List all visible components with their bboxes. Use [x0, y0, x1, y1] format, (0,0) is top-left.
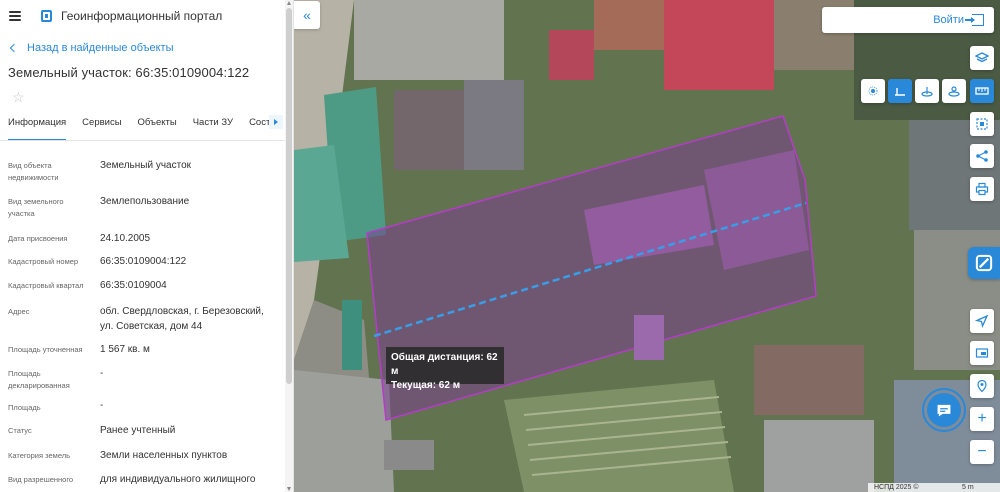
- login-button[interactable]: Войти: [822, 7, 994, 33]
- property-value: обл. Свердловская, г. Березовский, ул. С…: [100, 306, 264, 332]
- panel-header: Геоинформационный портал: [0, 0, 293, 32]
- share-icon: [976, 150, 988, 162]
- circle-measure-icon: [948, 86, 960, 97]
- point-icon: [868, 86, 878, 96]
- property-label: Вид объекта недвижимости: [8, 161, 59, 182]
- circle-measure-button[interactable]: [942, 79, 966, 103]
- share-button[interactable]: [970, 144, 994, 168]
- property-label: Категория земель: [8, 451, 71, 460]
- line-measure-icon: [895, 88, 905, 96]
- zoom-in-button[interactable]: +: [970, 407, 994, 431]
- property-label: Кадастровый квартал: [8, 281, 84, 290]
- geolocation-icon: [977, 379, 987, 393]
- property-value: 66:35:0109004:122: [100, 256, 187, 267]
- login-label: Войти: [933, 14, 964, 26]
- logo-icon: [41, 10, 52, 22]
- screen-icon: [975, 348, 989, 358]
- nspd-icon: [975, 254, 993, 272]
- property-label: Вид разрешенного: [8, 475, 74, 484]
- scale-label: 5 m: [962, 484, 974, 491]
- property-value: для индивидуального жилищного: [100, 474, 256, 485]
- back-label: Назад в найденные объекты: [27, 42, 174, 54]
- property-value: 24.10.2005: [100, 233, 151, 244]
- layers-icon: [975, 52, 989, 63]
- chat-button[interactable]: [922, 388, 966, 432]
- property-label: Кадастровый номер: [8, 257, 79, 266]
- scroll-down-arrow-icon[interactable]: [287, 487, 291, 491]
- nspd-panel-button[interactable]: [968, 247, 1000, 279]
- chat-icon: [927, 393, 961, 427]
- measure-total-distance: Общая дистанция: 62 м: [391, 352, 498, 377]
- property-value: 1 567 кв. м: [100, 344, 150, 355]
- zoom-out-button[interactable]: −: [970, 440, 994, 464]
- chevron-left-icon: [9, 43, 19, 53]
- object-title: Земельный участок: 66:35:0109004:122: [8, 65, 250, 80]
- property-value: Землепользование: [100, 196, 190, 207]
- double-chevron-left-icon[interactable]: «: [294, 1, 320, 29]
- tab-services[interactable]: Сервисы: [82, 113, 121, 128]
- login-icon: [965, 14, 984, 26]
- measure-button[interactable]: [970, 79, 994, 103]
- plus-icon: +: [977, 410, 987, 427]
- select-area-icon: [976, 118, 988, 130]
- property-value: -: [100, 400, 104, 411]
- satellite-imagery: [294, 0, 1000, 492]
- property-value: Земли населенных пунктов: [100, 450, 228, 461]
- tab-parts[interactable]: Части ЗУ: [193, 113, 233, 128]
- navigation-icon: [975, 314, 989, 328]
- panel-scrollbar[interactable]: [285, 0, 293, 492]
- app-title: Геоинформационный портал: [61, 9, 223, 23]
- print-icon: [975, 182, 989, 196]
- ruler-icon: [975, 87, 989, 95]
- property-value: 66:35:0109004: [100, 280, 167, 291]
- tab-information[interactable]: Информация: [8, 113, 67, 140]
- minus-icon: −: [977, 443, 987, 460]
- property-label: Вид земельного участка: [8, 197, 64, 218]
- tab-bar: Информация Сервисы Объекты Части ЗУ Сост…: [0, 113, 293, 141]
- layers-button[interactable]: [970, 46, 994, 70]
- property-label: Статус: [8, 426, 32, 435]
- star-icon[interactable]: ☆: [12, 90, 26, 104]
- line-measure-button[interactable]: [888, 79, 912, 103]
- property-label: Площадь: [8, 403, 41, 412]
- screen-button[interactable]: [970, 341, 994, 365]
- property-value: Земельный участок: [100, 160, 192, 171]
- navigation-button[interactable]: [970, 309, 994, 333]
- back-to-results-link[interactable]: Назад в найденные объекты: [0, 40, 293, 56]
- select-area-button[interactable]: [970, 112, 994, 136]
- property-value: Ранее учтенный: [100, 425, 176, 436]
- property-label: Дата присвоения: [8, 234, 68, 243]
- panel-scroll-thumb[interactable]: [286, 8, 292, 384]
- area-measure-icon: [921, 87, 933, 97]
- property-label: Адрес: [8, 307, 30, 316]
- map-attribution: НСПД 2025 ©: [874, 484, 919, 491]
- map-view[interactable]: « Войти + − Общая дистанция: 62 м Текуща…: [294, 0, 1000, 492]
- measure-tooltip: Общая дистанция: 62 м Текущая: 62 м: [386, 347, 504, 391]
- hamburger-icon[interactable]: [9, 11, 21, 21]
- scroll-up-arrow-icon[interactable]: [287, 1, 291, 5]
- point-measure-button[interactable]: [861, 79, 885, 103]
- scale-bar: НСПД 2025 © 5 m: [868, 483, 1000, 492]
- measure-current-distance: Текущая: 62 м: [391, 380, 461, 391]
- geolocation-button[interactable]: [970, 374, 994, 398]
- property-label: Площадь декларированная: [8, 369, 70, 390]
- side-panel: Геоинформационный портал Назад в найденн…: [0, 0, 294, 492]
- tabs-scroll-right-icon[interactable]: [269, 115, 283, 129]
- property-label: Площадь уточненная: [8, 345, 83, 354]
- property-value: -: [100, 368, 104, 379]
- tab-objects[interactable]: Объекты: [138, 113, 177, 128]
- area-measure-button[interactable]: [915, 79, 939, 103]
- print-button[interactable]: [970, 177, 994, 201]
